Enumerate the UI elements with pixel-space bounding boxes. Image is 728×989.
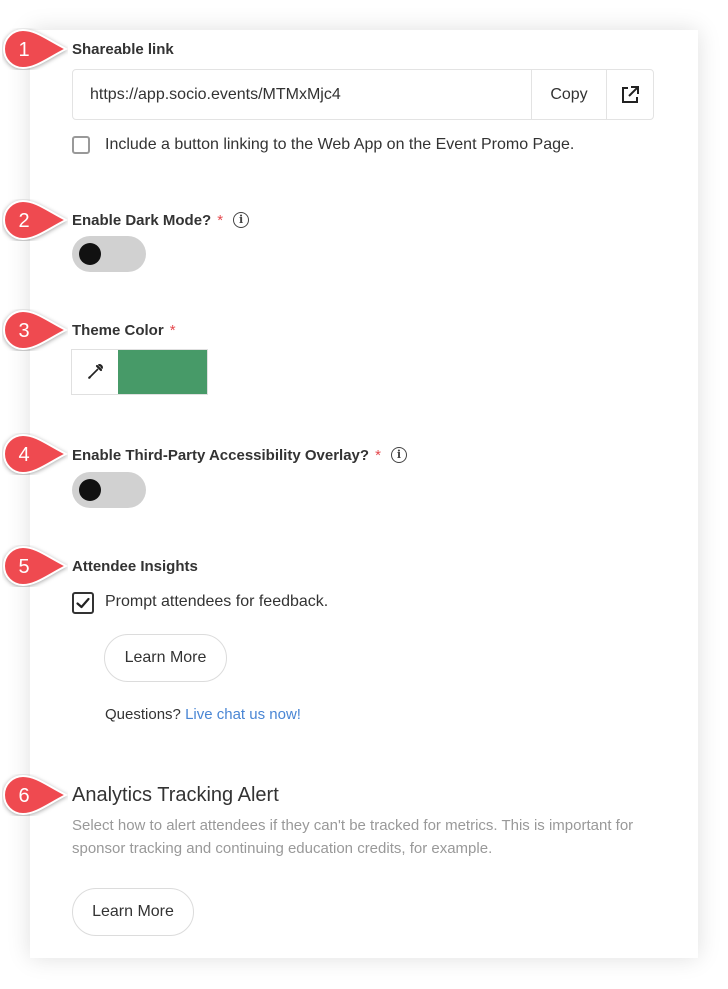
theme-color-picker[interactable] <box>71 349 208 395</box>
attendee-insights-label: Attendee Insights <box>72 558 198 575</box>
copy-button[interactable]: Copy <box>531 70 606 119</box>
questions-line: Questions? Live chat us now! <box>105 706 301 723</box>
callout-number: 5 <box>18 556 29 578</box>
shareable-link-field: https://app.socio.events/MTMxMjc4 Copy <box>72 69 654 120</box>
accessibility-overlay-label-text: Enable Third-Party Accessibility Overlay… <box>72 447 370 464</box>
external-link-icon <box>622 85 639 103</box>
analytics-learn-more-button[interactable]: Learn More <box>72 888 194 936</box>
live-chat-link[interactable]: Live chat us now! <box>185 706 301 723</box>
callout-marker-2: 2 <box>3 199 68 241</box>
eyedropper-button[interactable] <box>72 350 118 394</box>
accessibility-overlay-toggle[interactable] <box>72 472 146 508</box>
include-button-checkbox[interactable] <box>72 136 90 154</box>
shareable-link-url[interactable]: https://app.socio.events/MTMxMjc4 <box>73 70 531 119</box>
required-asterisk: * <box>375 447 381 464</box>
callout-marker-5: 5 <box>3 545 68 587</box>
checkmark-icon <box>76 597 90 609</box>
eyedropper-icon <box>88 364 103 379</box>
toggle-knob <box>79 479 101 501</box>
callout-number: 1 <box>18 39 29 61</box>
callout-marker-6: 6 <box>3 774 68 816</box>
info-icon[interactable]: i <box>233 211 250 228</box>
analytics-alert-description: Select how to alert attendees if they ca… <box>72 817 634 857</box>
callout-marker-1: 1 <box>3 28 68 70</box>
callout-number: 2 <box>18 210 29 232</box>
questions-text: Questions? <box>105 706 181 723</box>
dark-mode-label-text: Enable Dark Mode? <box>72 212 212 229</box>
analytics-alert-title: Analytics Tracking Alert <box>72 784 279 806</box>
callout-number: 6 <box>18 785 29 807</box>
open-external-button[interactable] <box>606 70 653 119</box>
callout-number: 4 <box>18 444 29 466</box>
callout-marker-4: 4 <box>3 433 68 475</box>
feedback-checkbox-label: Prompt attendees for feedback. <box>105 593 329 610</box>
theme-color-label-text: Theme Color <box>72 322 164 339</box>
callout-marker-3: 3 <box>3 309 68 351</box>
accessibility-overlay-label: Enable Third-Party Accessibility Overlay… <box>72 446 407 464</box>
theme-color-swatch[interactable] <box>118 350 207 394</box>
theme-color-label: Theme Color * <box>72 322 176 339</box>
include-button-checkbox-label: Include a button linking to the Web App … <box>105 136 575 153</box>
toggle-knob <box>79 243 101 265</box>
attendee-insights-learn-more-button[interactable]: Learn More <box>104 634 227 682</box>
callout-number: 3 <box>18 320 29 342</box>
dark-mode-toggle[interactable] <box>72 236 146 272</box>
required-asterisk: * <box>217 212 224 229</box>
dark-mode-label: Enable Dark Mode? * i <box>72 211 250 229</box>
info-icon[interactable]: i <box>390 446 407 463</box>
required-asterisk: * <box>169 322 176 339</box>
feedback-checkbox[interactable] <box>72 592 94 614</box>
shareable-link-label: Shareable link <box>72 41 174 58</box>
